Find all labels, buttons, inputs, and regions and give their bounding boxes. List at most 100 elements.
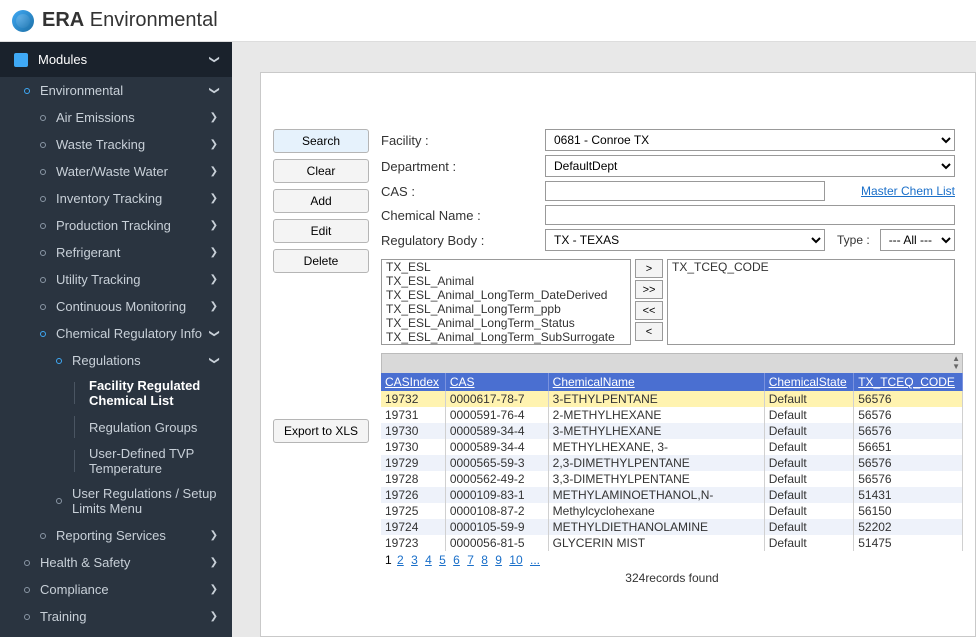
list-item[interactable]: TX_TCEQ_CODE [668,260,954,274]
sidebar-item-utility-tracking[interactable]: Utility Tracking [0,266,232,293]
col-header-casindex[interactable]: CASIndex [381,373,445,391]
delete-button[interactable]: Delete [273,249,369,273]
sidebar-item-chemical-regulatory-info[interactable]: Chemical Regulatory Info [0,320,232,347]
department-label: Department : [381,159,541,174]
sidebar-item-compliance[interactable]: Compliance [0,576,232,603]
search-button[interactable]: Search [273,129,369,153]
col-header-cas[interactable]: CAS [445,373,548,391]
sidebar-item-user-regulations-setup-limits-menu[interactable]: User Regulations / Setup Limits Menu [0,480,232,522]
sidebar-item-facility-regulated-chemical-list[interactable]: Facility Regulated Chemical List [0,374,232,412]
sidebar-item-inspection[interactable]: Inspection [0,630,232,637]
modules-label: Modules [38,52,210,67]
content-area: Search Clear Add Edit Delete Export to X… [232,42,976,637]
pager: 1 2 3 4 5 6 7 8 9 10 ... [381,551,963,569]
available-regs-list[interactable]: TX_ESLTX_ESL_AnimalTX_ESL_Animal_LongTer… [381,259,631,345]
record-count: 324records found [381,569,963,595]
move-right-button[interactable]: > [635,259,663,278]
move-left-button[interactable]: < [635,322,663,341]
col-header-chemicalstate[interactable]: ChemicalState [764,373,854,391]
page-link[interactable]: 7 [467,553,474,567]
sidebar-item-inventory-tracking[interactable]: Inventory Tracking [0,185,232,212]
export-xls-button[interactable]: Export to XLS [273,419,369,443]
chevron-right-icon [210,247,218,258]
col-header-chemicalname[interactable]: ChemicalName [548,373,764,391]
move-all-left-button[interactable]: << [635,301,663,320]
page-link[interactable]: 9 [495,553,502,567]
sidebar-item-continuous-monitoring[interactable]: Continuous Monitoring [0,293,232,320]
sidebar: Modules EnvironmentalAir EmissionsWaste … [0,42,232,637]
app-title: ERA Environmental [42,9,218,32]
page-current: 1 [385,553,392,567]
list-item[interactable]: TX_ESL_Animal_LongTerm_ppb [382,302,630,316]
cas-input[interactable] [545,181,825,201]
chemical-name-input[interactable] [545,205,955,225]
scroll-arrows-icon[interactable]: ▲▼ [952,355,960,371]
chevron-right-icon [210,139,218,150]
list-item[interactable]: TX_ESL_Animal_LongTerm_Status [382,316,630,330]
table-row[interactable]: 197310000591-76-42-METHYLHEXANEDefault56… [381,407,963,423]
master-chem-list-link[interactable]: Master Chem List [861,184,955,198]
page-link[interactable]: 5 [439,553,446,567]
page-link[interactable]: 10 [509,553,522,567]
sidebar-item-health-safety[interactable]: Health & Safety [0,549,232,576]
sidebar-item-regulations[interactable]: Regulations [0,347,232,374]
page-link[interactable]: 2 [397,553,404,567]
edit-button[interactable]: Edit [273,219,369,243]
table-row[interactable]: 197280000562-49-23,3-DIMETHYLPENTANEDefa… [381,471,963,487]
table-row[interactable]: 197300000589-34-4METHYLHEXANE, 3-Default… [381,439,963,455]
chemical-name-label: Chemical Name : [381,208,541,223]
table-row[interactable]: 197290000565-59-32,3-DIMETHYLPENTANEDefa… [381,455,963,471]
sidebar-item-production-tracking[interactable]: Production Tracking [0,212,232,239]
chevron-right-icon [210,611,218,622]
clear-button[interactable]: Clear [273,159,369,183]
table-row[interactable]: 197230000056-81-5GLYCERIN MISTDefault514… [381,535,963,551]
chevron-right-icon [210,584,218,595]
chevron-down-icon [210,54,218,65]
regulatory-body-select[interactable]: TX - TEXAS [545,229,825,251]
sidebar-item-refrigerant[interactable]: Refrigerant [0,239,232,266]
move-buttons: > >> << < [635,259,663,345]
chevron-down-icon [210,355,218,366]
page-link[interactable]: 6 [453,553,460,567]
table-row[interactable]: 197260000109-83-1METHYLAMINOETHANOL,N-De… [381,487,963,503]
table-row[interactable]: 197250000108-87-2MethylcyclohexaneDefaul… [381,503,963,519]
modules-icon [14,53,28,67]
action-column: Search Clear Add Edit Delete Export to X… [261,73,381,636]
table-row[interactable]: 197240000105-59-9METHYLDIETHANOLAMINEDef… [381,519,963,535]
sidebar-item-environmental[interactable]: Environmental [0,77,232,104]
selected-regs-list[interactable]: TX_TCEQ_CODE [667,259,955,345]
sidebar-item-user-defined-tvp-temperature[interactable]: User-Defined TVP Temperature [0,442,232,480]
chevron-right-icon [210,557,218,568]
type-select[interactable]: --- All --- [880,229,955,251]
page-link[interactable]: 8 [481,553,488,567]
sidebar-item-reporting-services[interactable]: Reporting Services [0,522,232,549]
list-item[interactable]: TX_ESL_Animal_LongTerm_SubSurrogate [382,330,630,344]
list-item[interactable]: TX_ESL_Animal [382,274,630,288]
page-link[interactable]: 3 [411,553,418,567]
sidebar-item-water-waste-water[interactable]: Water/Waste Water [0,158,232,185]
page-link[interactable]: 4 [425,553,432,567]
table-row[interactable]: 197320000617-78-73-ETHYLPENTANEDefault56… [381,391,963,407]
modules-header[interactable]: Modules [0,42,232,77]
facility-select[interactable]: 0681 - Conroe TX [545,129,955,151]
era-logo-icon [12,10,34,32]
sidebar-item-training[interactable]: Training [0,603,232,630]
move-all-right-button[interactable]: >> [635,280,663,299]
chevron-right-icon [210,220,218,231]
chevron-right-icon [210,301,218,312]
sidebar-item-waste-tracking[interactable]: Waste Tracking [0,131,232,158]
sidebar-item-regulation-groups[interactable]: Regulation Groups [0,412,232,442]
grid-scroll-header: ▲▼ [381,353,963,373]
col-header-tx_tceq_code[interactable]: TX_TCEQ_CODE [854,373,963,391]
page-link[interactable]: ... [530,553,540,567]
facility-label: Facility : [381,133,541,148]
chevron-right-icon [210,112,218,123]
list-item[interactable]: TX_ESL_Animal_LongTerm_DateDerived [382,288,630,302]
add-button[interactable]: Add [273,189,369,213]
table-row[interactable]: 197300000589-34-43-METHYLHEXANEDefault56… [381,423,963,439]
department-select[interactable]: DefaultDept [545,155,955,177]
list-item[interactable]: TX_ESL [382,260,630,274]
sidebar-item-air-emissions[interactable]: Air Emissions [0,104,232,131]
chevron-right-icon [210,274,218,285]
form-column: Facility : 0681 - Conroe TX Department :… [381,73,975,636]
